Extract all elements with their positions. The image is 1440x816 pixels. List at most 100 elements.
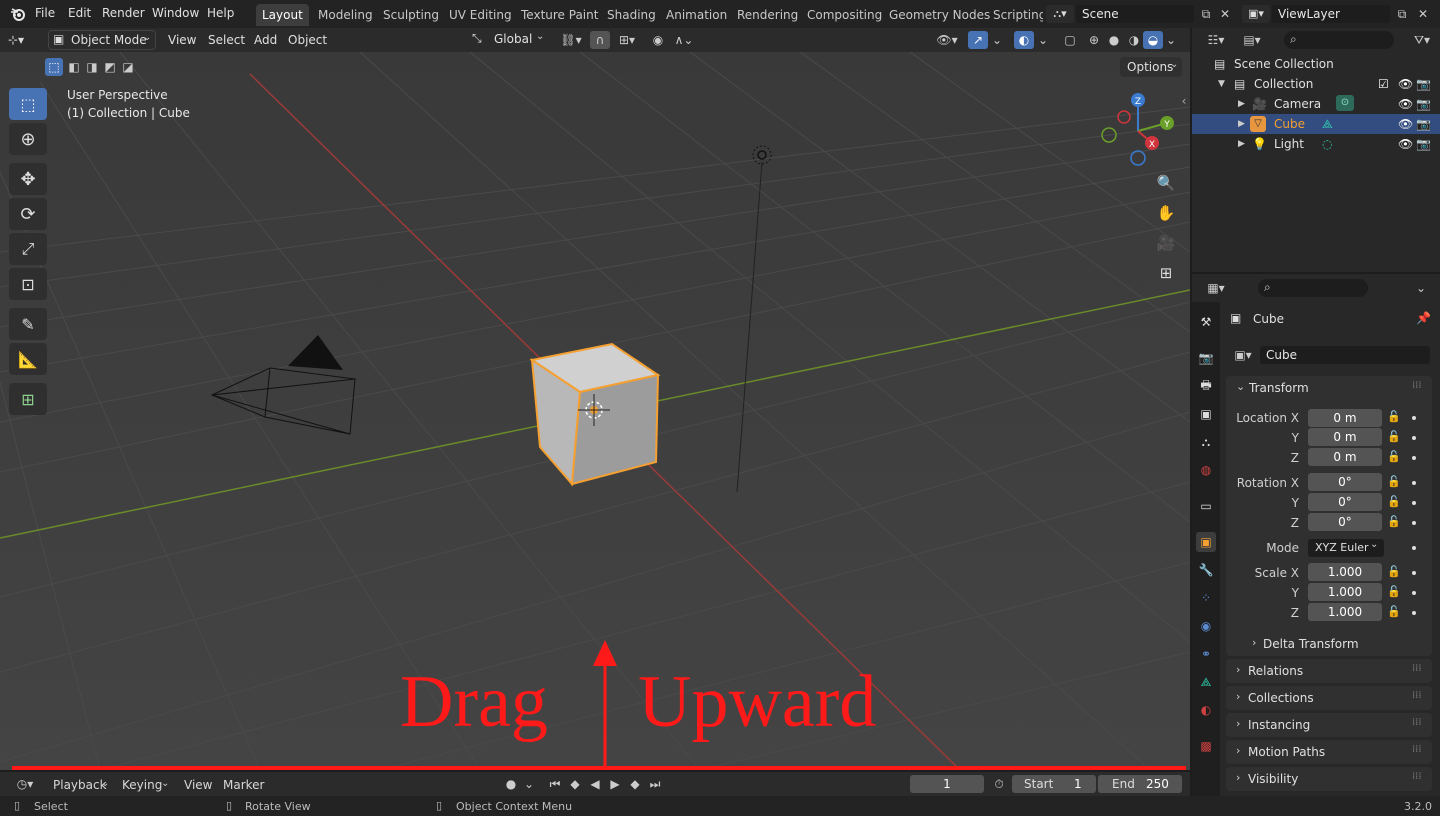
outliner-search-input[interactable]: ⌕ bbox=[1284, 31, 1394, 49]
expand-icon[interactable]: ▶ bbox=[1238, 114, 1245, 134]
tab-sculpting[interactable]: Sculpting bbox=[377, 4, 445, 26]
lock-icon[interactable]: 🔓 bbox=[1387, 605, 1401, 618]
data-tab-icon[interactable]: ⟁ bbox=[1196, 672, 1216, 692]
play-icon[interactable]: ▶ bbox=[606, 775, 624, 793]
tab-rendering[interactable]: Rendering bbox=[731, 4, 804, 26]
menu-window[interactable]: Window bbox=[152, 6, 199, 20]
select-subtract-icon[interactable]: ◨ bbox=[83, 58, 101, 76]
collapse-sidebar-icon[interactable]: ‹ bbox=[1178, 92, 1190, 110]
new-view-layer-icon[interactable]: ⧉ bbox=[1392, 5, 1412, 23]
camera-view-icon[interactable]: 🎥 bbox=[1153, 230, 1179, 256]
scale-tool[interactable]: ⤢ bbox=[9, 233, 47, 265]
location-z-field[interactable]: 0 m bbox=[1308, 448, 1382, 466]
checkbox-icon[interactable]: ☑ bbox=[1378, 74, 1389, 94]
location-x-field[interactable]: 0 m bbox=[1308, 409, 1382, 427]
select-box-tool[interactable]: ⬚ bbox=[9, 88, 47, 120]
select-new-icon[interactable]: ⬚ bbox=[45, 58, 63, 76]
expand-icon[interactable]: ▶ bbox=[1238, 134, 1245, 154]
chevron-down-icon[interactable]: ⌄ bbox=[1412, 279, 1430, 297]
menu-marker[interactable]: Marker bbox=[223, 778, 264, 792]
chevron-down-icon[interactable]: ⌄ bbox=[990, 31, 1004, 49]
relations-panel[interactable]: › Relations ⁞⁞⁞ bbox=[1226, 659, 1432, 683]
object-tab-icon[interactable]: ▣ bbox=[1196, 532, 1216, 552]
ortho-grid-icon[interactable]: ⊞ bbox=[1153, 260, 1179, 286]
visibility-icon[interactable]: 👁▾ bbox=[932, 31, 962, 49]
scale-z-field[interactable]: 1.000 bbox=[1308, 603, 1382, 621]
scene-name-field[interactable]: Scene bbox=[1076, 5, 1194, 23]
lock-icon[interactable]: 🔓 bbox=[1387, 410, 1401, 423]
rotation-x-field[interactable]: 0° bbox=[1308, 473, 1382, 491]
move-tool[interactable]: ✥ bbox=[9, 163, 47, 195]
properties-search-input[interactable]: ⌕ bbox=[1258, 279, 1368, 297]
outliner-editor-icon[interactable]: ☷▾ bbox=[1202, 31, 1230, 49]
keyframe-dot[interactable] bbox=[1412, 501, 1416, 505]
wireframe-shading-icon[interactable]: ⊕ bbox=[1084, 31, 1104, 49]
chevron-down-icon[interactable]: ⌄ bbox=[1036, 31, 1050, 49]
pan-hand-icon[interactable]: ✋ bbox=[1153, 200, 1179, 226]
instancing-panel[interactable]: › Instancing ⁞⁞⁞ bbox=[1226, 713, 1432, 737]
solid-shading-icon[interactable]: ● bbox=[1104, 31, 1124, 49]
keyframe-dot[interactable] bbox=[1412, 481, 1416, 485]
camera-render-icon[interactable]: 📷 bbox=[1416, 94, 1431, 114]
object-name-field[interactable]: Cube bbox=[1260, 346, 1430, 364]
outliner-row-light[interactable]: ▶ 💡 Light ◌ 👁 📷 bbox=[1192, 134, 1440, 154]
menu-playback[interactable]: Playback bbox=[53, 778, 107, 792]
timeline-editor-icon[interactable]: ◷▾ bbox=[10, 775, 40, 793]
lock-icon[interactable]: 🔓 bbox=[1387, 515, 1401, 528]
options-dropdown[interactable]: Options ⌄ bbox=[1120, 57, 1182, 77]
menu-view[interactable]: View bbox=[168, 33, 196, 47]
annotate-tool[interactable]: ✎ bbox=[9, 308, 47, 340]
select-extend-icon[interactable]: ◧ bbox=[65, 58, 83, 76]
view-layer-field[interactable]: ViewLayer bbox=[1272, 5, 1390, 23]
tab-layout[interactable]: Layout bbox=[256, 4, 309, 26]
view-layer-tab-icon[interactable]: ▣ bbox=[1196, 404, 1216, 424]
scene-selector-icon[interactable]: ⛬▾ bbox=[1046, 5, 1074, 23]
delta-transform-title[interactable]: Delta Transform bbox=[1263, 637, 1359, 651]
select-intersect-icon[interactable]: ◪ bbox=[119, 58, 137, 76]
display-mode-icon[interactable]: ▤▾ bbox=[1238, 31, 1266, 49]
rotation-z-field[interactable]: 0° bbox=[1308, 513, 1382, 531]
menu-object[interactable]: Object bbox=[288, 33, 327, 47]
pin-icon[interactable]: 📌 bbox=[1416, 311, 1431, 325]
menu-add[interactable]: Add bbox=[254, 33, 277, 47]
material-tab-icon[interactable]: ◐ bbox=[1196, 700, 1216, 720]
tab-texture-paint[interactable]: Texture Paint bbox=[515, 4, 604, 26]
tab-modeling[interactable]: Modeling bbox=[312, 4, 379, 26]
tool-tab-icon[interactable]: ⚒ bbox=[1196, 312, 1216, 332]
lock-icon[interactable]: 🔓 bbox=[1387, 565, 1401, 578]
mode-dropdown[interactable]: ▣ Object Mode ⌄ bbox=[48, 30, 156, 50]
keyframe-dot[interactable] bbox=[1412, 521, 1416, 525]
output-tab-icon[interactable]: 🖶 bbox=[1196, 376, 1216, 396]
record-icon[interactable]: ● bbox=[502, 775, 520, 793]
zoom-icon[interactable]: 🔍 bbox=[1153, 170, 1179, 196]
expand-icon[interactable]: ▼ bbox=[1218, 74, 1225, 94]
location-y-field[interactable]: 0 m bbox=[1308, 428, 1382, 446]
outliner-row-collection[interactable]: ▼ ▤ Collection ☑ 👁 📷 bbox=[1192, 74, 1440, 94]
xray-icon[interactable]: ▢ bbox=[1060, 31, 1080, 49]
outliner-row-camera[interactable]: ▶ 🎥 Camera ⊙ 👁 📷 bbox=[1192, 94, 1440, 114]
eye-icon[interactable]: 👁 bbox=[1398, 114, 1413, 134]
chevron-down-icon[interactable]: ⌄ bbox=[1236, 380, 1245, 393]
end-frame-field[interactable]: End 250 bbox=[1098, 775, 1182, 793]
tab-animation[interactable]: Animation bbox=[660, 4, 733, 26]
close-icon[interactable]: ✕ bbox=[1414, 5, 1432, 23]
jump-end-icon[interactable]: ⏭ bbox=[646, 775, 664, 793]
lock-icon[interactable]: 🔓 bbox=[1387, 585, 1401, 598]
rendered-shading-icon[interactable]: ◒ bbox=[1143, 31, 1163, 49]
editor-type-icon[interactable]: ⊹▾ bbox=[8, 31, 40, 49]
keyframe-dot[interactable] bbox=[1412, 546, 1416, 550]
render-tab-icon[interactable]: 📷 bbox=[1196, 348, 1216, 368]
visibility-panel[interactable]: › Visibility ⁞⁞⁞ bbox=[1226, 767, 1432, 791]
navigation-gizmo[interactable]: Z Y X bbox=[1095, 88, 1181, 174]
menu-help[interactable]: Help bbox=[207, 6, 234, 20]
pivot-point-icon[interactable]: ⛓▾ bbox=[556, 31, 586, 49]
falloff-icon[interactable]: ∧⌄ bbox=[670, 31, 698, 49]
next-keyframe-icon[interactable]: ◆ bbox=[626, 775, 644, 793]
lock-icon[interactable]: 🔓 bbox=[1387, 450, 1401, 463]
keyframe-dot[interactable] bbox=[1412, 456, 1416, 460]
tab-uv-editing[interactable]: UV Editing bbox=[443, 4, 518, 26]
new-scene-icon[interactable]: ⧉ bbox=[1196, 5, 1216, 23]
drag-handle-icon[interactable]: ⁞⁞⁞ bbox=[1412, 380, 1422, 391]
lock-icon[interactable]: 🔓 bbox=[1387, 475, 1401, 488]
prev-keyframe-icon[interactable]: ◆ bbox=[566, 775, 584, 793]
